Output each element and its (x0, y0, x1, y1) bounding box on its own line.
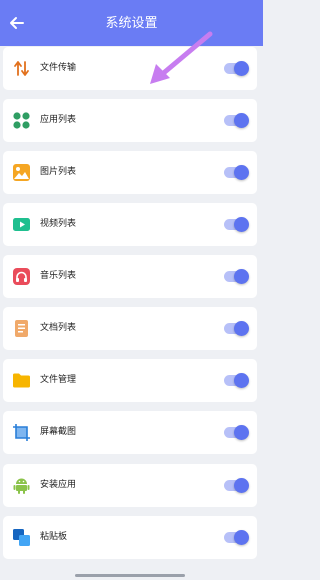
image-icon (12, 163, 31, 182)
document-list-toggle[interactable] (224, 320, 249, 337)
app-grid-icon (12, 111, 31, 130)
setting-row-clipboard[interactable]: 粘贴板 (3, 516, 257, 559)
setting-label: 音乐列表 (40, 271, 77, 281)
setting-label: 屏幕截图 (40, 427, 77, 437)
setting-row-app-list[interactable]: 应用列表 (3, 99, 257, 142)
video-icon (12, 215, 31, 234)
app-header: 系统设置 (0, 0, 263, 46)
clipboard-toggle[interactable] (224, 529, 249, 546)
home-indicator (75, 574, 185, 577)
setting-label: 安装应用 (40, 480, 77, 490)
headphones-icon (12, 267, 31, 286)
setting-label: 图片列表 (40, 167, 77, 177)
clipboard-icon (12, 528, 31, 547)
setting-label: 应用列表 (40, 115, 77, 125)
setting-row-file-manager[interactable]: 文件管理 (3, 359, 257, 402)
setting-label: 粘贴板 (40, 532, 68, 542)
video-list-toggle[interactable] (224, 216, 249, 233)
app-list-toggle[interactable] (224, 112, 249, 129)
android-icon (12, 476, 31, 495)
setting-label: 文档列表 (40, 323, 77, 333)
install-app-toggle[interactable] (224, 477, 249, 494)
setting-row-file-transfer[interactable]: 文件传输 (3, 47, 257, 90)
folder-icon (12, 371, 31, 390)
setting-row-music-list[interactable]: 音乐列表 (3, 255, 257, 298)
file-transfer-toggle[interactable] (224, 60, 249, 77)
image-list-toggle[interactable] (224, 164, 249, 181)
setting-row-video-list[interactable]: 视频列表 (3, 203, 257, 246)
setting-row-document-list[interactable]: 文档列表 (3, 307, 257, 350)
screenshot-toggle[interactable] (224, 424, 249, 441)
screenshot-crop-icon (12, 423, 31, 442)
setting-label: 文件管理 (40, 375, 77, 385)
setting-label: 文件传输 (40, 63, 77, 73)
document-icon (12, 319, 31, 338)
page-title: 系统设置 (105, 16, 158, 31)
setting-row-image-list[interactable]: 图片列表 (3, 151, 257, 194)
file-manager-toggle[interactable] (224, 372, 249, 389)
setting-row-install-app[interactable]: 安装应用 (3, 464, 257, 507)
transfer-arrows-icon (12, 59, 31, 78)
setting-label: 视频列表 (40, 219, 77, 229)
setting-row-screenshot[interactable]: 屏幕截图 (3, 411, 257, 454)
music-list-toggle[interactable] (224, 268, 249, 285)
